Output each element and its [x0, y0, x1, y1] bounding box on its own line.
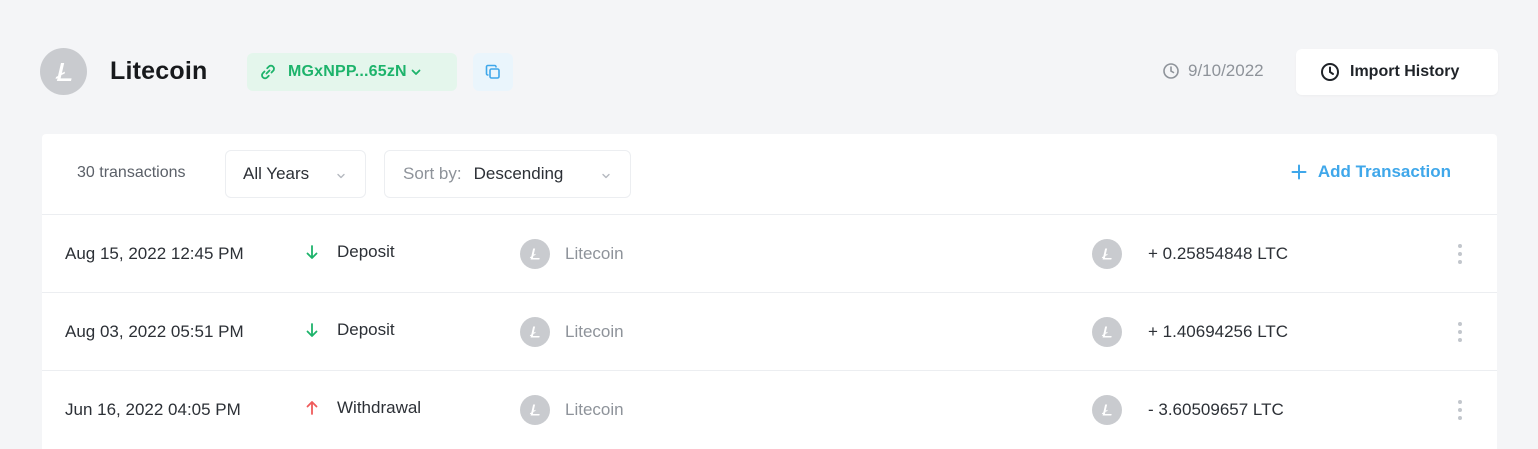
import-history-button[interactable]: Import History — [1296, 49, 1498, 95]
address-selector[interactable]: MGxNPP...65zN — [247, 53, 457, 91]
litecoin-icon — [1092, 395, 1122, 425]
transaction-asset: Litecoin — [520, 239, 624, 269]
last-sync-date: 9/10/2022 — [1162, 61, 1264, 81]
arrow-down-icon — [304, 321, 320, 339]
chevron-down-icon — [600, 169, 612, 187]
litecoin-icon — [1092, 317, 1122, 347]
add-transaction-label: Add Transaction — [1317, 162, 1451, 181]
year-filter-value: All Years — [243, 164, 310, 183]
clock-icon — [1320, 62, 1340, 82]
table-row[interactable]: Jun 16, 2022 04:05 PM Withdrawal Litecoi… — [42, 371, 1497, 449]
clock-icon — [1162, 62, 1180, 80]
transaction-count: 30 transactions — [77, 164, 186, 181]
asset-name: Litecoin — [565, 400, 624, 419]
kebab-menu-icon[interactable] — [1450, 319, 1470, 345]
wallet-page: Litecoin MGxNPP...65zN 9/10/2022 Import … — [0, 0, 1538, 449]
chevron-down-icon — [335, 169, 347, 187]
sync-date-text: 9/10/2022 — [1188, 61, 1264, 80]
table-row[interactable]: Aug 03, 2022 05:51 PM Deposit Litecoin +… — [42, 293, 1497, 371]
transaction-type: Withdrawal — [304, 398, 421, 418]
transaction-asset: Litecoin — [520, 317, 624, 347]
sort-prefix: Sort by: — [403, 164, 462, 183]
arrow-up-icon — [304, 399, 320, 417]
litecoin-icon — [520, 395, 550, 425]
chevron-down-icon — [409, 65, 423, 79]
transaction-type: Deposit — [304, 320, 395, 340]
import-history-label: Import History — [1350, 63, 1460, 80]
sort-dropdown[interactable]: Sort by: Descending — [384, 150, 631, 198]
kebab-menu-icon[interactable] — [1450, 397, 1470, 423]
asset-name: Litecoin — [565, 244, 624, 263]
transaction-amount: + 0.25854848 LTC — [1148, 244, 1289, 263]
plus-icon — [1291, 164, 1307, 180]
table-row[interactable]: Aug 15, 2022 12:45 PM Deposit Litecoin +… — [42, 215, 1497, 293]
wallet-address: MGxNPP...65zN — [288, 63, 407, 80]
transaction-date: Jun 16, 2022 04:05 PM — [65, 400, 241, 419]
transaction-date: Aug 03, 2022 05:51 PM — [65, 322, 244, 341]
transaction-type-label: Deposit — [337, 242, 395, 261]
kebab-menu-icon[interactable] — [1450, 241, 1470, 267]
litecoin-icon — [1092, 239, 1122, 269]
litecoin-icon — [520, 317, 550, 347]
transaction-amount: + 1.40694256 LTC — [1148, 322, 1289, 341]
transactions-toolbar: 30 transactions All Years Sort by: Desce… — [42, 134, 1497, 215]
asset-name: Litecoin — [565, 322, 624, 341]
year-filter-dropdown[interactable]: All Years — [225, 150, 366, 198]
transaction-list: Aug 15, 2022 12:45 PM Deposit Litecoin +… — [42, 215, 1497, 449]
transaction-asset: Litecoin — [520, 395, 624, 425]
transaction-type: Deposit — [304, 242, 395, 262]
transaction-amount: - 3.60509657 LTC — [1148, 400, 1284, 419]
transaction-date: Aug 15, 2022 12:45 PM — [65, 244, 244, 263]
copy-address-button[interactable] — [473, 53, 513, 91]
link-icon — [259, 63, 277, 81]
add-transaction-button[interactable]: Add Transaction — [1291, 162, 1451, 182]
transaction-type-label: Deposit — [337, 320, 395, 339]
transactions-card: 30 transactions All Years Sort by: Desce… — [42, 134, 1497, 449]
arrow-down-icon — [304, 243, 320, 261]
sort-value: Descending — [473, 164, 564, 183]
page-title: Litecoin — [110, 57, 208, 85]
copy-icon — [484, 63, 502, 81]
litecoin-icon — [40, 48, 87, 95]
wallet-header: Litecoin MGxNPP...65zN 9/10/2022 Import … — [40, 48, 1498, 96]
transaction-type-label: Withdrawal — [337, 398, 422, 417]
litecoin-icon — [520, 239, 550, 269]
